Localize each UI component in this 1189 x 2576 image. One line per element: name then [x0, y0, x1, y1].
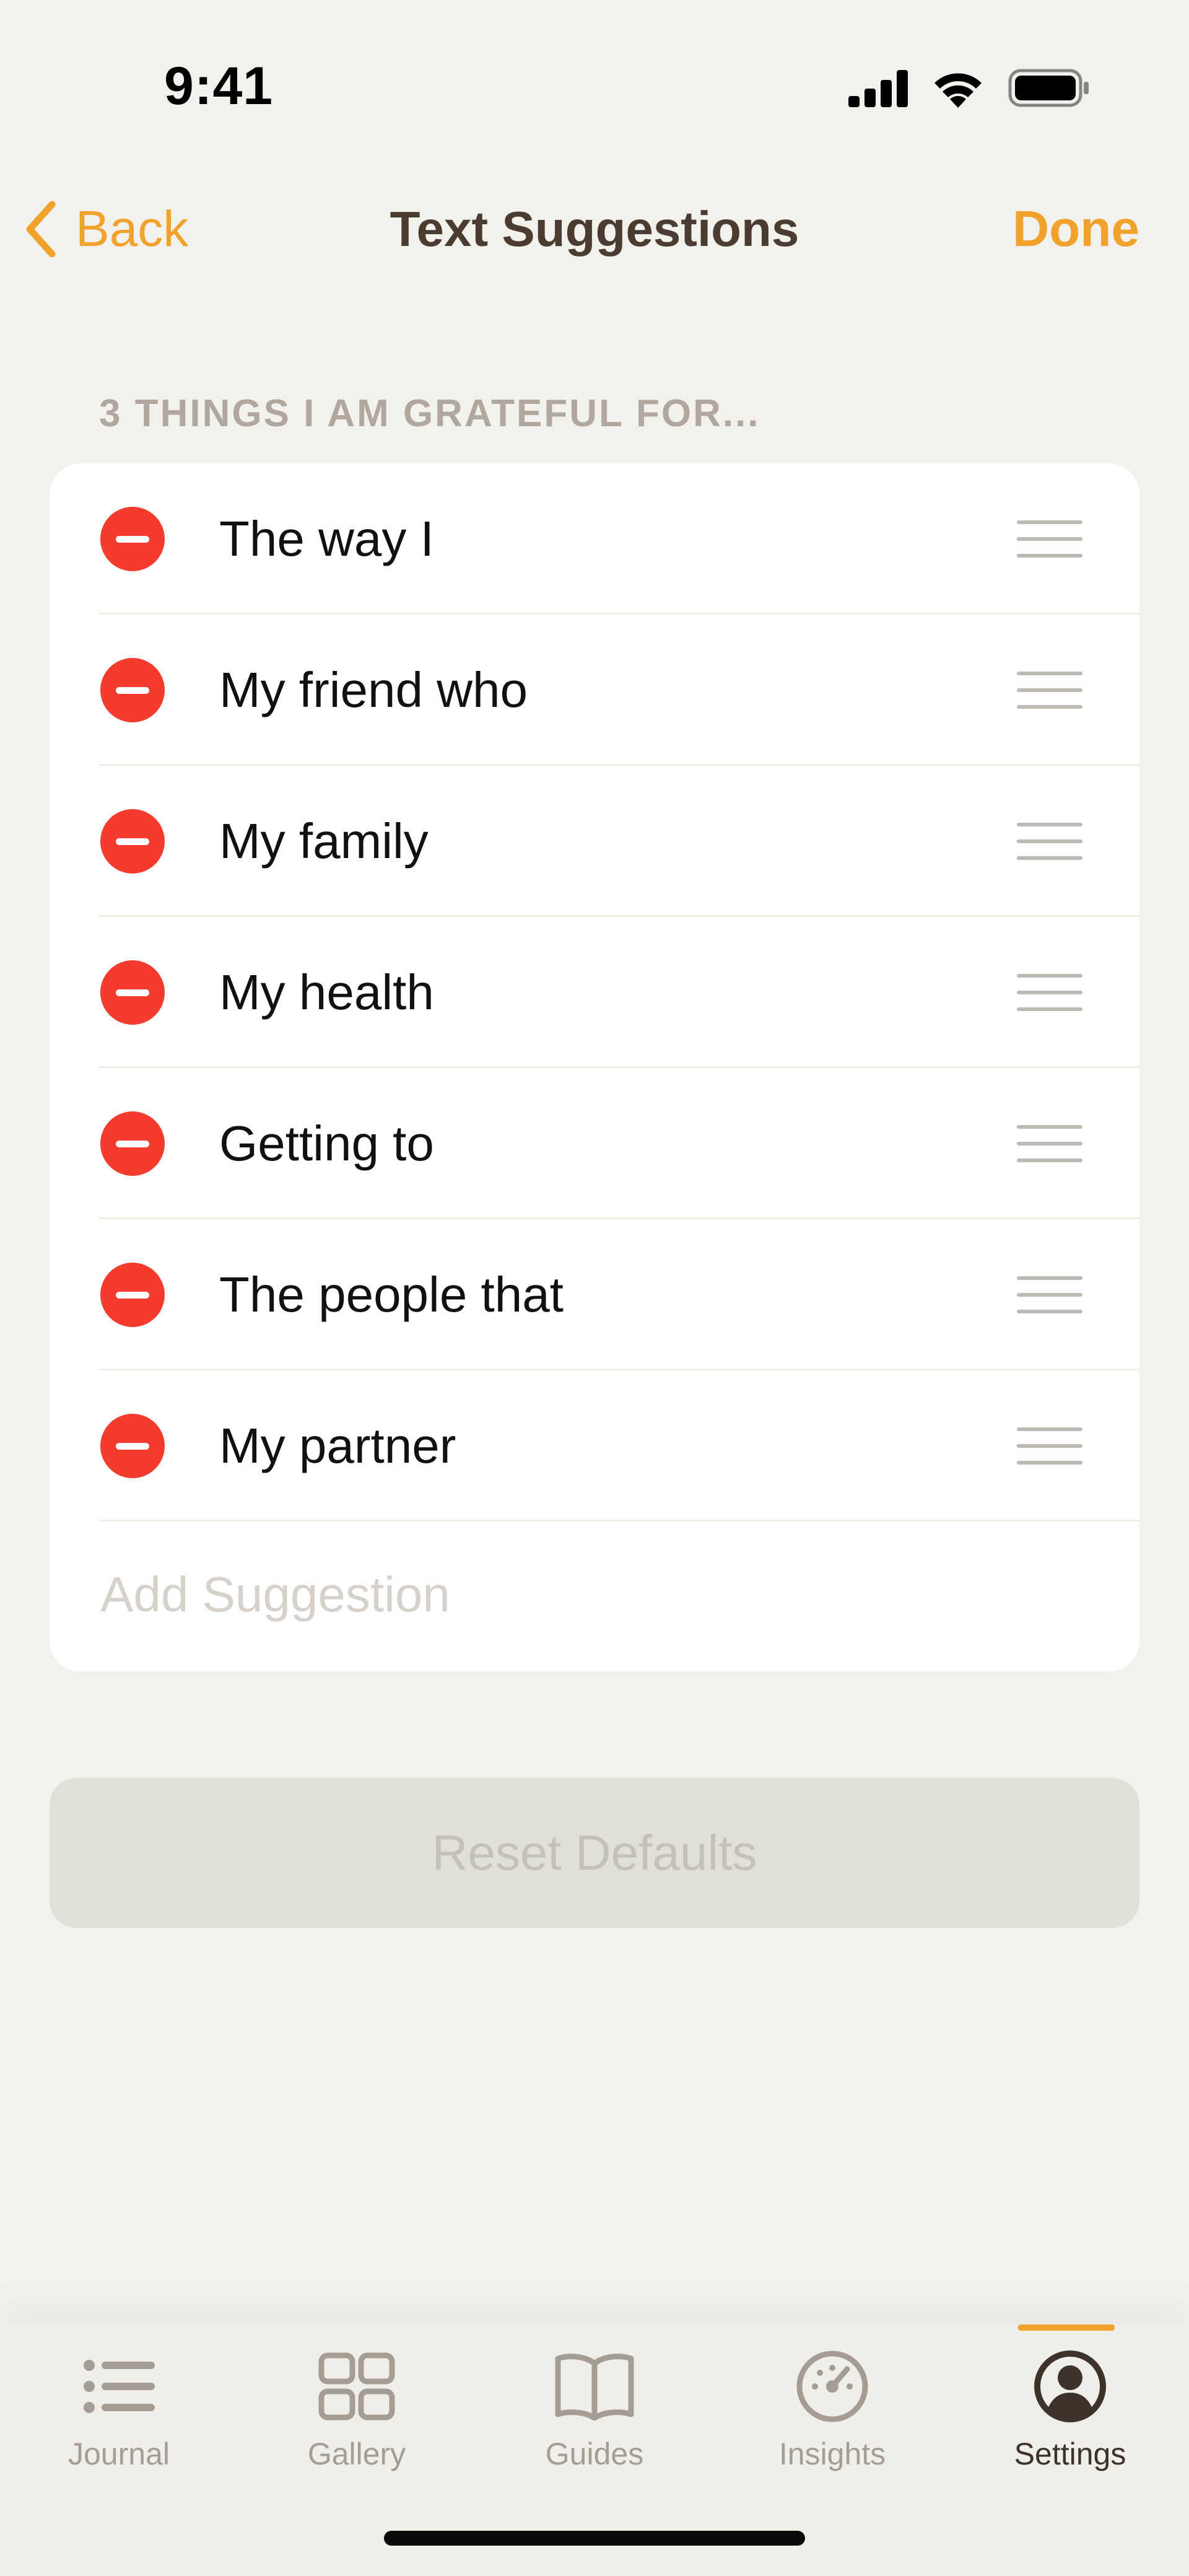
suggestion-text[interactable]: My health: [219, 964, 434, 1021]
suggestion-text[interactable]: The people that: [219, 1266, 564, 1323]
delete-button[interactable]: [100, 507, 165, 571]
book-icon: [555, 2354, 634, 2420]
person-circle-icon: [1034, 2350, 1106, 2422]
tab-settings[interactable]: Settings: [951, 2343, 1189, 2492]
suggestion-text[interactable]: The way I: [219, 510, 434, 567]
delete-button[interactable]: [100, 1263, 165, 1327]
status-time: 9:41: [164, 56, 274, 116]
delete-button[interactable]: [100, 809, 165, 874]
tab-label: Settings: [1014, 2437, 1126, 2471]
drag-handle-icon[interactable]: [1017, 520, 1082, 558]
grid-icon: [318, 2352, 395, 2420]
suggestion-row: The way I: [50, 463, 1139, 615]
list-icon: [84, 2360, 155, 2413]
suggestion-text[interactable]: Getting to: [219, 1115, 434, 1172]
suggestion-row: My partner: [50, 1370, 1139, 1522]
home-indicator[interactable]: [384, 2531, 805, 2546]
status-icons: [848, 68, 1090, 108]
suggestion-row: My health: [50, 917, 1139, 1068]
battery-icon: [1008, 69, 1089, 107]
minus-icon: [116, 686, 149, 694]
tab-insights[interactable]: Insights: [713, 2343, 951, 2492]
minus-icon: [116, 989, 149, 996]
suggestions-list: The way I My friend who My family My hea…: [50, 463, 1139, 1671]
minus-icon: [116, 535, 149, 543]
section-header: 3 THINGS I AM GRATEFUL FOR...: [99, 392, 760, 435]
drag-handle-icon[interactable]: [1017, 1427, 1082, 1465]
status-bar: 9:41: [0, 0, 1189, 161]
tab-label: Journal: [68, 2437, 170, 2471]
suggestion-row: My family: [50, 766, 1139, 917]
suggestion-text[interactable]: My partner: [219, 1417, 456, 1474]
drag-handle-icon[interactable]: [1017, 672, 1082, 709]
cellular-signal-icon: [848, 70, 908, 107]
delete-button[interactable]: [100, 658, 165, 722]
drag-handle-icon[interactable]: [1017, 974, 1082, 1011]
tab-gallery[interactable]: Gallery: [238, 2343, 476, 2492]
active-tab-indicator: [1018, 2324, 1115, 2331]
tab-journal[interactable]: Journal: [0, 2343, 238, 2492]
tab-guides[interactable]: Guides: [476, 2343, 713, 2492]
tab-label: Gallery: [307, 2437, 406, 2471]
minus-icon: [116, 838, 149, 845]
minus-icon: [116, 1291, 149, 1299]
drag-handle-icon[interactable]: [1017, 823, 1082, 860]
minus-icon: [116, 1442, 149, 1450]
drag-handle-icon[interactable]: [1017, 1125, 1082, 1162]
delete-button[interactable]: [100, 960, 165, 1025]
navigation-bar: Back Text Suggestions Done: [0, 180, 1189, 279]
done-button[interactable]: Done: [1013, 198, 1139, 260]
minus-icon: [116, 1140, 149, 1147]
add-suggestion-input[interactable]: [99, 1522, 1092, 1668]
gauge-icon: [796, 2350, 868, 2422]
suggestion-row: The people that: [50, 1219, 1139, 1370]
page-title: Text Suggestions: [390, 201, 799, 256]
delete-button[interactable]: [100, 1414, 165, 1478]
suggestion-row: My friend who: [50, 615, 1139, 766]
wifi-icon: [934, 73, 982, 108]
delete-button[interactable]: [100, 1111, 165, 1176]
drag-handle-icon[interactable]: [1017, 1276, 1082, 1313]
add-suggestion-row: [50, 1522, 1139, 1671]
tab-label: Insights: [778, 2437, 886, 2471]
suggestion-row: Getting to: [50, 1068, 1139, 1219]
suggestion-text[interactable]: My friend who: [219, 662, 528, 719]
tab-label: Guides: [545, 2437, 644, 2471]
reset-defaults-button[interactable]: Reset Defaults: [50, 1778, 1139, 1928]
suggestion-text[interactable]: My family: [219, 813, 429, 870]
